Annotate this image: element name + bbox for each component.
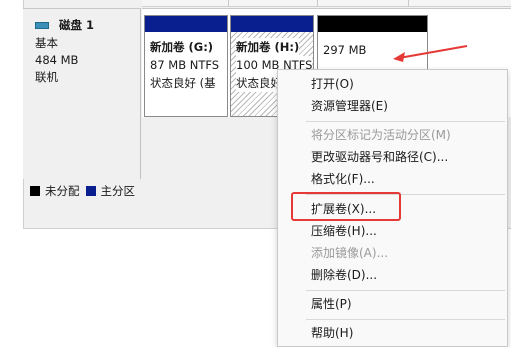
disk-status: 联机 [35, 70, 58, 84]
menu-separator [306, 121, 505, 122]
legend-primary-label: 主分区 [100, 184, 136, 198]
partition-h-title: 新加卷 (H:) [236, 38, 300, 56]
partition-legend: 未分配 主分区 [30, 184, 141, 198]
menu-item-format[interactable]: 格式化(F)... [278, 168, 507, 190]
menu-separator [306, 319, 505, 320]
partition-g-size: 87 MB NTFS [150, 58, 220, 72]
disk-type: 基本 [35, 36, 58, 50]
disk-drive-icon [35, 22, 49, 29]
partition-g-title: 新加卷 (G:) [150, 40, 214, 54]
legend-primary-swatch [85, 186, 96, 196]
disk-info-panel[interactable]: 磁盘 1 基本 484 MB 联机 [23, 8, 141, 179]
partition-g-status: 状态良好 (基 [150, 76, 216, 90]
menu-item-mark-active[interactable]: 将分区标记为活动分区(M) [278, 124, 507, 146]
extend-volume-highlight [291, 192, 401, 221]
legend-unallocated-swatch [30, 186, 40, 196]
legend-primary: 主分区 [85, 183, 136, 199]
disk-size: 484 MB [35, 53, 79, 67]
annotation-arrow-icon [393, 45, 468, 62]
menu-item-delete-volume[interactable]: 删除卷(D)... [278, 264, 507, 286]
partition-g[interactable]: 新加卷 (G:) 87 MB NTFS 状态良好 (基 [144, 15, 228, 117]
menu-item-help[interactable]: 帮助(H) [278, 322, 507, 344]
legend-unallocated-label: 未分配 [45, 184, 80, 198]
partition-g-bar [145, 16, 227, 32]
menu-item-properties[interactable]: 属性(P) [278, 293, 507, 315]
menu-item-explorer[interactable]: 资源管理器(E) [278, 95, 507, 117]
menu-item-open[interactable]: 打开(O) [278, 73, 507, 95]
menu-item-shrink-volume[interactable]: 压缩卷(H)... [278, 220, 507, 242]
menu-item-add-mirror[interactable]: 添加镜像(A)... [278, 242, 507, 264]
disk-name: 磁盘 1 [59, 18, 95, 32]
volume-list-bottom-edge [142, 0, 511, 7]
unallocated-bar [318, 16, 427, 32]
menu-separator [306, 290, 505, 291]
partition-h-bar [231, 16, 313, 32]
menu-item-change-drive-letter[interactable]: 更改驱动器号和路径(C)... [278, 146, 507, 168]
legend-unallocated: 未分配 [30, 183, 80, 199]
